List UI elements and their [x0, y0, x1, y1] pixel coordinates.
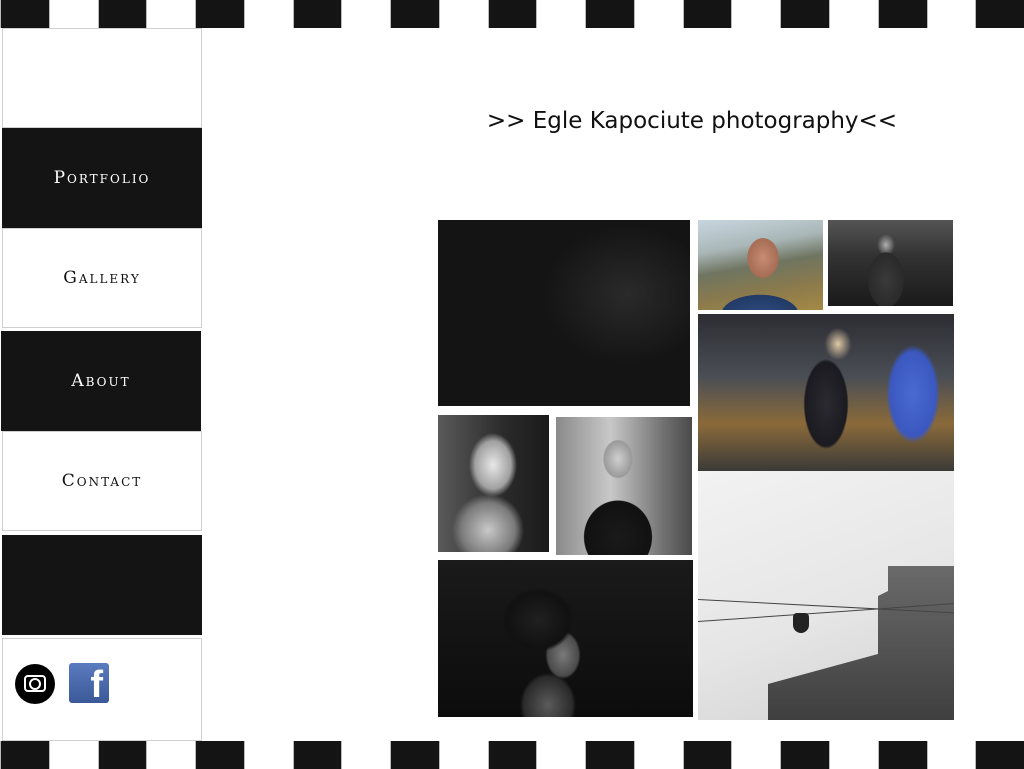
strip-segment	[633, 741, 683, 769]
strip-segment	[682, 741, 732, 769]
strip-segment	[97, 741, 147, 769]
strip-segment	[633, 0, 683, 28]
strip-segment	[292, 0, 342, 28]
site-title: >> Egle Kapociute photography<<	[486, 108, 898, 134]
facebook-glyph: f	[90, 664, 103, 703]
strip-segment	[390, 741, 439, 769]
gallery-photo[interactable]	[698, 314, 954, 471]
strip-segment	[926, 741, 976, 769]
gallery-photo[interactable]	[438, 560, 693, 717]
strip-segment	[438, 741, 488, 769]
strip-segment	[146, 0, 196, 28]
strip-segment	[585, 741, 634, 769]
hanging-shoe-shape	[793, 613, 809, 633]
facebook-icon[interactable]: f	[69, 663, 109, 703]
strip-segment	[975, 0, 1024, 28]
gallery-photo[interactable]	[556, 417, 692, 555]
social-links: f	[2, 638, 202, 741]
strip-segment	[97, 0, 147, 28]
bottom-checkered-border	[0, 741, 1024, 769]
top-checkered-border	[0, 0, 1024, 28]
nav-item-portfolio[interactable]: Portfolio	[2, 128, 202, 228]
strip-segment	[438, 0, 488, 28]
nav-item-about[interactable]: About	[1, 331, 201, 431]
camera-lens-shape	[29, 678, 41, 690]
strip-segment	[341, 0, 391, 28]
strip-segment	[780, 0, 830, 28]
strip-segment	[829, 741, 878, 769]
brick-building-shape	[768, 566, 954, 720]
strip-segment	[585, 0, 634, 28]
strip-segment	[243, 0, 293, 28]
strip-segment	[731, 741, 781, 769]
strip-segment	[243, 741, 293, 769]
nav-item-gallery[interactable]: Gallery	[2, 228, 202, 328]
gallery-photo[interactable]	[438, 415, 549, 552]
strip-segment	[780, 741, 830, 769]
strip-segment	[341, 741, 391, 769]
strip-segment	[926, 0, 976, 28]
strip-segment	[195, 0, 244, 28]
strip-segment	[48, 741, 98, 769]
strip-segment	[536, 741, 586, 769]
strip-segment	[877, 741, 927, 769]
strip-segment	[487, 741, 537, 769]
strip-segment	[975, 741, 1024, 769]
strip-segment	[829, 0, 878, 28]
gallery-photo[interactable]	[438, 220, 690, 406]
strip-segment	[682, 0, 732, 28]
nav-item-label: About	[71, 371, 131, 391]
nav-item-contact[interactable]: Contact	[2, 431, 202, 531]
nav-item-label: Contact	[61, 471, 143, 491]
strip-segment	[390, 0, 439, 28]
strip-segment	[292, 741, 342, 769]
nav-item-label: Portfolio	[53, 168, 151, 188]
strip-segment	[877, 0, 927, 28]
strip-segment	[731, 0, 781, 28]
gallery-photo[interactable]	[828, 220, 953, 306]
sidebar-blank-dark-tile	[2, 535, 202, 635]
strip-segment	[195, 741, 244, 769]
strip-segment	[146, 741, 196, 769]
strip-segment	[487, 0, 537, 28]
strip-segment	[536, 0, 586, 28]
strip-segment	[0, 0, 49, 28]
strip-segment	[0, 741, 49, 769]
gallery-photo[interactable]	[698, 220, 823, 310]
instagram-icon[interactable]	[15, 664, 55, 704]
nav-item-label: Gallery	[63, 268, 141, 288]
strip-segment	[48, 0, 98, 28]
gallery-photo[interactable]	[698, 471, 954, 720]
sidebar-blank-tile	[2, 28, 202, 128]
